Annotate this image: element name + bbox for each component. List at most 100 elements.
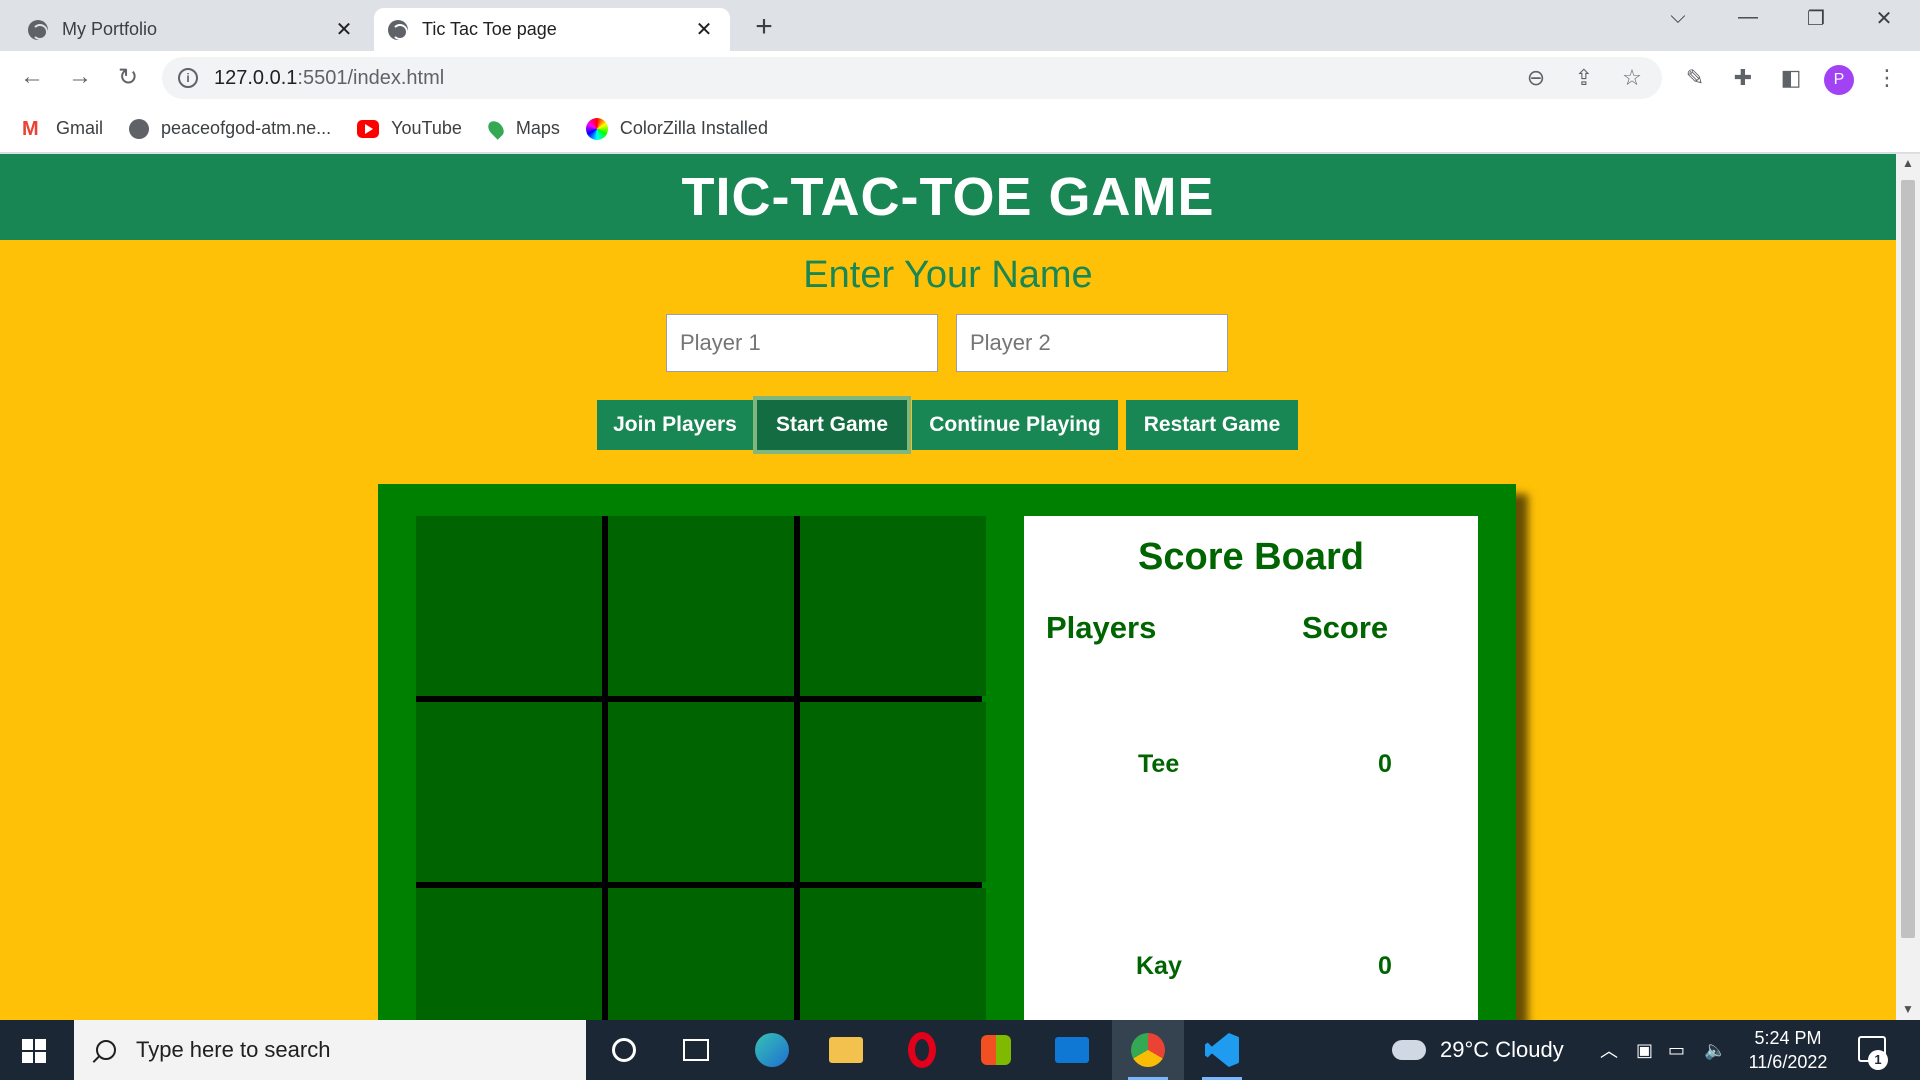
weather-text: 29°C Cloudy [1440, 1037, 1564, 1062]
task-view-icon[interactable] [660, 1020, 732, 1080]
maps-icon [485, 117, 507, 140]
new-tab-button[interactable]: + [748, 10, 780, 44]
site-info-icon[interactable]: i [178, 68, 198, 88]
notification-badge: 1 [1868, 1050, 1888, 1070]
clock-date: 11/6/2022 [1748, 1052, 1828, 1072]
page-scrollbar[interactable]: ▲ ▼ [1896, 154, 1920, 1020]
page-title: TIC-TAC-TOE GAME [0, 154, 1896, 240]
player-score: 0 [1378, 750, 1392, 778]
volume-icon[interactable]: 🔈 [1704, 1020, 1726, 1080]
board-cell[interactable] [608, 888, 794, 1020]
board-cell[interactable] [608, 702, 794, 882]
board-cell[interactable] [800, 702, 986, 882]
side-panel-icon[interactable]: ◧ [1776, 65, 1806, 91]
search-placeholder: Type here to search [136, 1037, 331, 1062]
windows-taskbar: Type here to search 29°C Cloudy ︿ ▣ ▭ 🔈 … [0, 1020, 1920, 1080]
board-cell[interactable] [416, 516, 602, 696]
score-board: Score Board Players Score Tee 0 Kay 0 [1024, 516, 1478, 1020]
game-panel: Score Board Players Score Tee 0 Kay 0 [378, 484, 1516, 1020]
player-score: 0 [1378, 952, 1392, 980]
tab-title: My Portfolio [62, 19, 158, 39]
enter-name-heading: Enter Your Name [803, 254, 1093, 296]
globe-icon [129, 118, 150, 139]
reload-icon[interactable]: ↻ [112, 63, 144, 92]
bookmark-label: YouTube [391, 118, 462, 138]
tab-close-icon[interactable]: ✕ [692, 17, 716, 42]
youtube-icon [357, 119, 380, 138]
cortana-icon[interactable] [588, 1020, 660, 1080]
cloud-icon [1392, 1040, 1426, 1060]
file-explorer-icon[interactable] [810, 1020, 882, 1080]
restore-button[interactable]: ❐ [1796, 6, 1836, 31]
start-game-button[interactable]: Start Game [757, 400, 907, 450]
bookmark-label: Maps [515, 118, 560, 138]
bookmark-maps[interactable]: Maps [485, 117, 560, 140]
scrollbar-thumb[interactable] [1901, 180, 1915, 938]
bookmark-label: peaceofgod-atm.ne... [161, 118, 332, 138]
scroll-down-arrow-icon[interactable]: ▼ [1896, 1002, 1920, 1016]
menu-kebab-icon[interactable]: ⋮ [1872, 65, 1902, 91]
tab-title: Tic Tac Toe page [422, 19, 557, 39]
minimize-button[interactable]: — [1728, 6, 1768, 29]
globe-icon [388, 19, 408, 40]
board-cell[interactable] [800, 888, 986, 1020]
address-bar[interactable]: i 127.0.0.1:5501/index.html ⊖ ⇪ ☆ [162, 57, 1662, 99]
extensions-icon[interactable]: ✚ [1728, 65, 1758, 91]
bookmark-youtube[interactable]: YouTube [357, 118, 462, 139]
close-window-button[interactable]: ✕ [1864, 6, 1904, 31]
board-cell[interactable] [416, 702, 602, 882]
continue-playing-button[interactable]: Continue Playing [912, 400, 1118, 450]
player-name: Tee [1138, 750, 1180, 778]
page-viewport: TIC-TAC-TOE GAME Enter Your Name Join Pl… [0, 154, 1896, 1020]
scroll-up-arrow-icon[interactable]: ▲ [1896, 156, 1920, 170]
browser-tab-strip: My Portfolio ✕ Tic Tac Toe page ✕ + ⌵ — … [0, 0, 1920, 51]
opera-icon[interactable] [886, 1020, 958, 1080]
tab-close-icon[interactable]: ✕ [332, 17, 356, 42]
gmail-icon: M [22, 117, 39, 140]
globe-icon [28, 19, 48, 40]
player1-input[interactable] [666, 314, 938, 372]
tab-tic-tac-toe[interactable]: Tic Tac Toe page ✕ [374, 8, 730, 51]
meet-now-icon[interactable]: ▣ [1636, 1020, 1653, 1080]
game-board [416, 516, 986, 1020]
board-cell[interactable] [608, 516, 794, 696]
share-icon[interactable]: ⇪ [1570, 65, 1598, 91]
chrome-icon[interactable] [1112, 1020, 1184, 1080]
mail-icon[interactable] [1036, 1020, 1108, 1080]
player2-input[interactable] [956, 314, 1228, 372]
taskbar-search-box[interactable]: Type here to search [74, 1020, 586, 1080]
forward-arrow-icon[interactable]: → [64, 63, 96, 91]
weather-widget[interactable]: 29°C Cloudy [1392, 1020, 1564, 1080]
battery-icon[interactable]: ▭ [1668, 1020, 1685, 1080]
players-column-header: Players [1046, 610, 1157, 645]
board-cell[interactable] [416, 888, 602, 1020]
profile-avatar[interactable]: P [1824, 65, 1854, 95]
edge-icon[interactable] [736, 1020, 808, 1080]
restart-game-button[interactable]: Restart Game [1126, 400, 1298, 450]
bookmark-label: Gmail [56, 118, 104, 138]
bookmark-peaceofgod[interactable]: peaceofgod-atm.ne... [129, 118, 331, 139]
search-icon [96, 1040, 116, 1060]
bookmarks-bar: M Gmail peaceofgod-atm.ne... YouTube Map… [0, 105, 1920, 153]
show-hidden-icons-chevron-icon[interactable]: ︿ [1600, 1020, 1618, 1080]
eyedropper-icon[interactable]: ✎ [1680, 65, 1710, 91]
store-icon[interactable] [960, 1020, 1032, 1080]
taskbar-clock[interactable]: 5:24 PM 11/6/2022 [1736, 1026, 1840, 1074]
score-column-header: Score [1302, 610, 1389, 645]
vscode-icon[interactable] [1186, 1020, 1258, 1080]
browser-toolbar: ← → ↻ i 127.0.0.1:5501/index.html ⊖ ⇪ ☆ … [0, 51, 1920, 105]
windows-start-icon[interactable] [22, 1039, 46, 1063]
zoom-icon[interactable]: ⊖ [1522, 65, 1550, 91]
score-board-title: Score Board [1138, 536, 1364, 578]
bookmark-star-icon[interactable]: ☆ [1618, 65, 1646, 91]
url-text[interactable]: 127.0.0.1:5501/index.html [214, 67, 444, 90]
bookmark-gmail[interactable]: M Gmail [22, 118, 103, 139]
bookmark-colorzilla[interactable]: ColorZilla Installed [585, 117, 768, 140]
colorzilla-icon [585, 117, 608, 140]
join-players-button[interactable]: Join Players [597, 400, 753, 450]
board-cell[interactable] [800, 516, 986, 696]
back-arrow-icon[interactable]: ← [16, 63, 48, 91]
tab-search-chevron-icon[interactable]: ⌵ [1658, 6, 1698, 29]
player-name: Kay [1136, 952, 1182, 980]
tab-my-portfolio[interactable]: My Portfolio ✕ [14, 8, 370, 51]
